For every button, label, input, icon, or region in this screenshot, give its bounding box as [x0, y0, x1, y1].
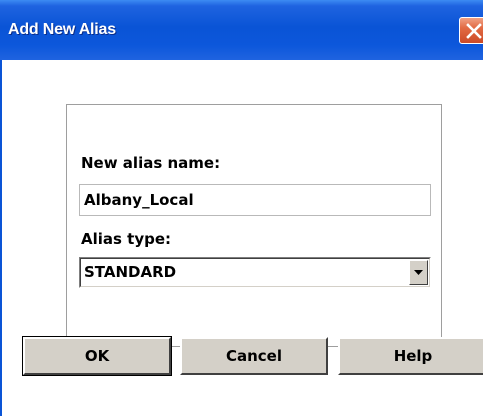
- window-title: Add New Alias: [8, 21, 116, 38]
- dropdown-button[interactable]: [409, 260, 428, 285]
- close-button[interactable]: [459, 17, 483, 44]
- close-icon: [466, 23, 482, 39]
- title-bar[interactable]: Add New Alias: [0, 0, 483, 60]
- dialog-body: New alias name: Albany_Local Alias type:…: [0, 60, 483, 416]
- help-button[interactable]: Help: [338, 337, 483, 375]
- chevron-down-icon: [414, 270, 423, 275]
- alias-form-panel: New alias name: Albany_Local Alias type:…: [66, 104, 442, 347]
- ok-button[interactable]: OK: [22, 336, 172, 376]
- cancel-button[interactable]: Cancel: [180, 337, 328, 375]
- alias-type-select[interactable]: STANDARD: [79, 257, 431, 288]
- alias-type-label: Alias type:: [81, 230, 172, 248]
- alias-type-select-frame: STANDARD: [80, 258, 430, 287]
- alias-type-value: STANDARD: [84, 263, 177, 281]
- add-new-alias-dialog: Add New Alias New alias name: Albany_Loc…: [0, 0, 483, 416]
- alias-name-input[interactable]: Albany_Local: [79, 184, 431, 216]
- alias-name-label: New alias name:: [81, 154, 221, 172]
